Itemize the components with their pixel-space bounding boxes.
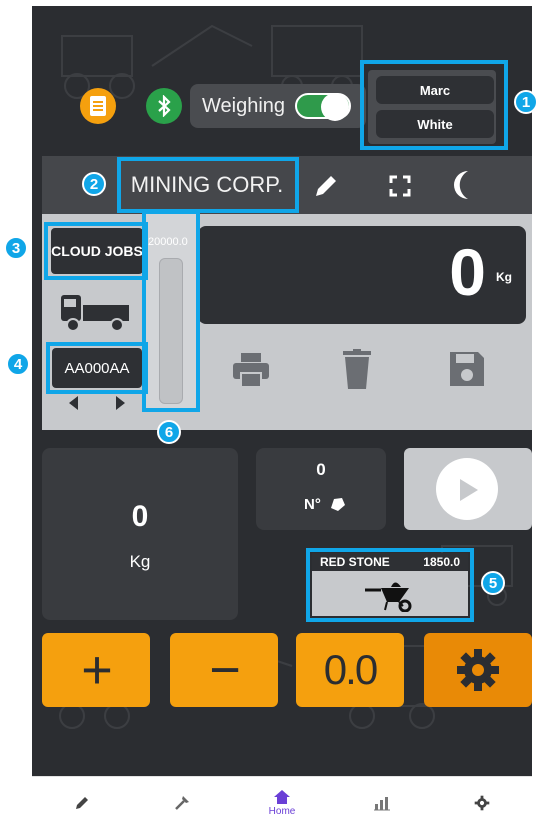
subtract-button[interactable]: − (170, 633, 278, 707)
pencil-icon (76, 797, 88, 809)
subtract-symbol: − (209, 640, 241, 700)
annotation-badge-6: 6 (157, 420, 181, 444)
print-icon[interactable] (228, 348, 274, 392)
weight-unit: Kg (496, 270, 512, 284)
weighing-toggle-control[interactable]: Weighing (190, 84, 366, 128)
highlight-material (306, 548, 474, 622)
weighing-switch[interactable] (295, 93, 352, 121)
bluetooth-icon[interactable] (146, 88, 182, 124)
previous-arrow-icon[interactable] (66, 394, 82, 412)
annotation-badge-4: 4 (6, 352, 30, 376)
highlight-company-name (117, 157, 299, 213)
nav-edit[interactable] (32, 777, 132, 828)
annotation-badge-1: 1 (514, 90, 538, 114)
nav-home[interactable]: Home (232, 777, 332, 828)
nav-home-label: Home (268, 805, 296, 817)
chart-icon (374, 797, 390, 811)
switch-knob (321, 93, 350, 121)
tare-label: 0.0 (323, 646, 378, 693)
count-label: N° (304, 496, 321, 513)
save-disk-icon[interactable] (446, 348, 488, 390)
annotation-badge-5: 5 (481, 571, 505, 595)
weight-display: 0 Kg (198, 226, 526, 324)
annotation-badge-3: 3 (4, 236, 28, 260)
settings-gear-icon (474, 795, 490, 811)
weight-value: 0 (449, 235, 486, 309)
weighing-label: Weighing (202, 94, 286, 117)
dark-mode-moon-icon[interactable] (444, 166, 480, 204)
notes-icon[interactable] (80, 88, 116, 124)
highlight-gauge (142, 210, 200, 412)
highlight-user-panel (360, 60, 508, 150)
annotation-badge-2: 2 (82, 172, 106, 196)
highlight-cloud-jobs (44, 222, 148, 280)
highlight-plate (46, 342, 148, 394)
count-value: 0 (316, 460, 326, 479)
total-weight-unit: Kg (129, 552, 151, 571)
nav-settings[interactable] (432, 777, 532, 828)
count-card: 0 N° (256, 448, 386, 530)
total-weight-value: 0 (131, 500, 149, 533)
start-button[interactable] (404, 448, 532, 530)
tools-icon (175, 796, 189, 810)
play-icon (454, 476, 484, 504)
tare-button[interactable]: 0.0 (296, 633, 404, 707)
bottom-navigation: Home (32, 776, 532, 828)
next-arrow-icon[interactable] (112, 394, 128, 412)
total-weight-card: 0 Kg (42, 448, 238, 620)
gear-icon (457, 649, 499, 691)
stone-icon (326, 494, 348, 514)
home-icon (274, 789, 290, 804)
delete-trash-icon[interactable] (340, 346, 374, 392)
settings-button[interactable] (424, 633, 532, 707)
nav-tools[interactable] (132, 777, 232, 828)
edit-pencil-icon[interactable] (308, 168, 344, 204)
add-button[interactable]: + (42, 633, 150, 707)
nav-stats[interactable] (332, 777, 432, 828)
fullscreen-icon[interactable] (384, 170, 416, 202)
truck-icon (58, 290, 132, 334)
add-symbol: + (81, 640, 113, 700)
